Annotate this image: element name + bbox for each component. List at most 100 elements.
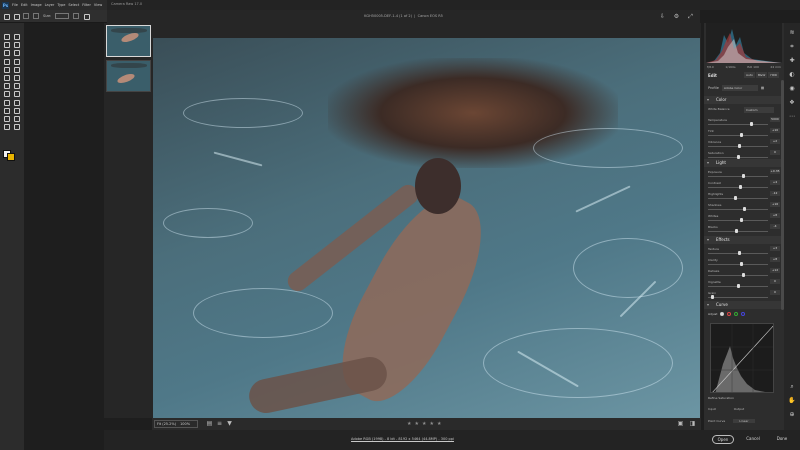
slider-thumb[interactable] xyxy=(741,174,745,178)
type-tool-icon[interactable] xyxy=(13,99,20,106)
slider-clarity[interactable]: Clarity +8 xyxy=(708,257,780,267)
slider-value-field[interactable]: -12 xyxy=(770,191,780,196)
slider-value-field[interactable]: -4 xyxy=(770,224,780,229)
pressure-toggle[interactable] xyxy=(73,13,80,19)
slider-track[interactable] xyxy=(708,275,768,276)
filmstrip-thumb-2[interactable] xyxy=(106,60,151,92)
slider-value-field[interactable]: +4 xyxy=(770,180,780,185)
slider-temperature[interactable]: Temperature 5000 xyxy=(708,117,780,127)
pencil-tool-icon[interactable] xyxy=(13,66,20,73)
slider-tint[interactable]: Tint +10 xyxy=(708,128,780,138)
slider-vibrance[interactable]: Vibrance +2 xyxy=(708,139,780,149)
artboard-tool-icon[interactable] xyxy=(13,33,20,40)
slider-thumb[interactable] xyxy=(749,122,753,126)
slider-track[interactable] xyxy=(708,220,768,221)
filmstrip-toggle-icon[interactable]: ▤ xyxy=(206,420,213,427)
heal-icon[interactable]: ✚ xyxy=(788,57,796,65)
white-balance-select[interactable]: Custom xyxy=(744,107,774,113)
menu-layer[interactable]: Layer xyxy=(45,3,55,7)
section-light[interactable]: Light xyxy=(704,159,784,167)
slider-track[interactable] xyxy=(708,135,768,136)
slider-track[interactable] xyxy=(708,124,768,125)
slider-value-field[interactable]: +8 xyxy=(770,213,780,218)
compare-icon[interactable]: ◨ xyxy=(689,420,696,427)
slider-whites[interactable]: Whites +8 xyxy=(708,213,780,223)
profile-select[interactable]: Adobe Color xyxy=(721,85,758,91)
menu-edit[interactable]: Edit xyxy=(21,3,28,7)
slider-value-field[interactable]: 0 xyxy=(770,290,780,295)
stamp-tool-icon[interactable] xyxy=(3,82,10,90)
slider-thumb[interactable] xyxy=(739,133,743,137)
brush-tool-icon[interactable] xyxy=(3,66,10,73)
point-curve-select[interactable]: Linear xyxy=(733,419,755,423)
section-color[interactable]: Color xyxy=(704,96,784,104)
slider-value-field[interactable]: 0 xyxy=(770,150,780,155)
slice-tool-icon[interactable] xyxy=(13,58,20,65)
hdr-button[interactable]: HDR xyxy=(768,72,779,78)
star-1-icon[interactable]: ★ xyxy=(407,421,411,427)
section-effects[interactable]: Effects xyxy=(704,236,784,244)
menu-select[interactable]: Select xyxy=(68,3,79,7)
shape-tool-icon[interactable] xyxy=(13,115,20,122)
done-button[interactable]: Done xyxy=(772,435,792,444)
open-button[interactable]: Open xyxy=(712,435,734,444)
zoom-tool-icon[interactable] xyxy=(3,123,10,131)
pen-tool-icon[interactable] xyxy=(3,107,10,114)
star-2-icon[interactable]: ★ xyxy=(414,421,418,427)
slider-thumb[interactable] xyxy=(738,185,742,189)
slider-track[interactable] xyxy=(708,209,768,210)
menu-view[interactable]: View xyxy=(94,3,102,7)
sort-icon[interactable]: ≡ xyxy=(216,420,223,427)
red-channel-icon[interactable] xyxy=(727,312,732,316)
move-tool-icon[interactable] xyxy=(3,33,10,40)
hand-icon[interactable]: ✋ xyxy=(788,397,796,405)
foreground-color-swatch[interactable] xyxy=(7,153,15,161)
slider-white-balance[interactable]: White Balance Custom xyxy=(708,107,780,116)
underwater-photo[interactable] xyxy=(153,38,700,424)
gear-icon[interactable]: ⚙ xyxy=(673,13,680,20)
masking-icon[interactable]: ◐ xyxy=(788,71,796,79)
star-3-icon[interactable]: ★ xyxy=(422,421,426,427)
more-options-icon[interactable]: ⋯ xyxy=(788,113,796,121)
slider-thumb[interactable] xyxy=(735,229,739,233)
slider-value-field[interactable]: +0.35 xyxy=(770,169,780,174)
crop-icon[interactable]: ⌗ xyxy=(788,43,796,51)
slider-value-field[interactable]: +12 xyxy=(770,268,780,273)
history-brush-tool-icon[interactable] xyxy=(13,74,20,81)
slider-track[interactable] xyxy=(708,297,768,298)
more-tools-icon[interactable] xyxy=(13,123,20,131)
slider-thumb[interactable] xyxy=(739,218,743,222)
star-4-icon[interactable]: ★ xyxy=(429,421,433,427)
green-channel-icon[interactable] xyxy=(734,312,739,316)
mode-box[interactable] xyxy=(33,13,39,19)
eraser-tool-icon[interactable] xyxy=(3,90,10,98)
slider-value-field[interactable]: +3 xyxy=(770,246,780,251)
slider-contrast[interactable]: Contrast +4 xyxy=(708,180,780,190)
brush-icon[interactable] xyxy=(13,13,20,20)
slider-blacks[interactable]: Blacks -4 xyxy=(708,224,780,234)
menu-file[interactable]: File xyxy=(12,3,18,7)
slider-thumb[interactable] xyxy=(741,273,745,277)
brush-preset-box[interactable] xyxy=(23,13,29,19)
gear-icon[interactable] xyxy=(83,13,91,20)
slider-track[interactable] xyxy=(708,264,768,265)
blue-channel-icon[interactable] xyxy=(741,312,746,316)
filmstrip-thumb-1[interactable] xyxy=(106,25,151,57)
gradient-tool-icon[interactable] xyxy=(13,82,20,90)
slider-dehaze[interactable]: Dehaze +12 xyxy=(708,268,780,278)
cancel-button[interactable]: Cancel xyxy=(742,435,764,444)
slider-thumb[interactable] xyxy=(710,295,714,299)
marquee-tool-icon[interactable] xyxy=(3,41,10,49)
slider-thumb[interactable] xyxy=(738,251,742,255)
slider-value-field[interactable]: 0 xyxy=(770,279,780,284)
slider-track[interactable] xyxy=(708,198,768,199)
slider-thumb[interactable] xyxy=(742,207,746,211)
rgb-channel-icon[interactable] xyxy=(720,312,725,316)
slider-highlights[interactable]: Highlights -12 xyxy=(708,191,780,201)
menu-type[interactable]: Type xyxy=(57,3,65,7)
slider-thumb[interactable] xyxy=(733,196,737,200)
home-icon[interactable] xyxy=(3,13,10,20)
blur-tool-icon[interactable] xyxy=(13,90,20,98)
slider-thumb[interactable] xyxy=(738,144,742,148)
image-canvas[interactable] xyxy=(152,23,701,424)
